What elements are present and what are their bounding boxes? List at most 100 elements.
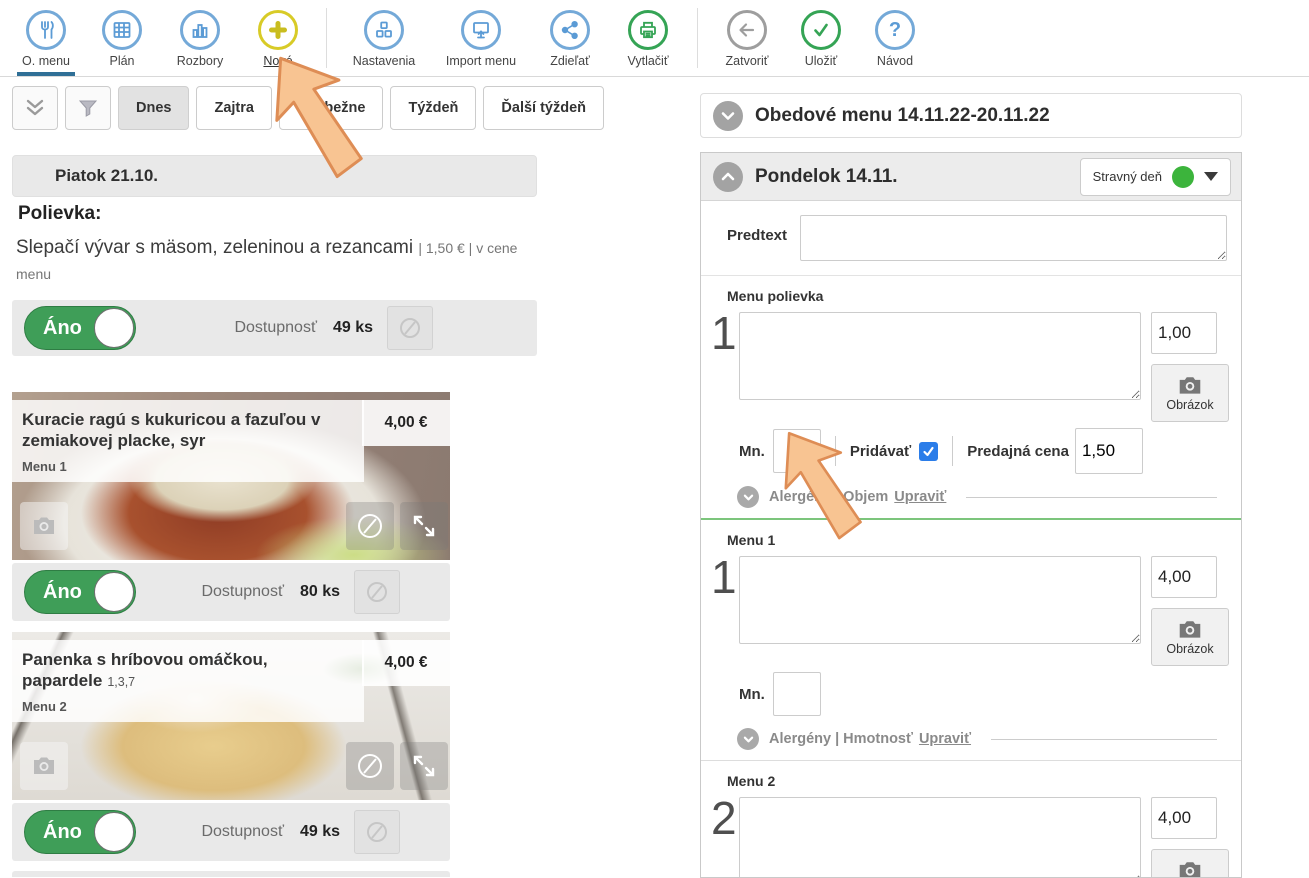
- soup-availability-bar: Áno Dostupnosť 49 ks: [12, 300, 537, 356]
- toolbar-item-o-menu[interactable]: O. menu: [8, 8, 84, 68]
- card-toggle[interactable]: Áno: [24, 570, 136, 614]
- card-availability-bar: Áno Dostupnosť 49 ks: [12, 803, 450, 861]
- obrazok-label: Obrázok: [1166, 398, 1213, 412]
- toolbar-item-navod[interactable]: ? Návod: [856, 8, 934, 68]
- bar-chart-icon: [180, 10, 220, 50]
- change-photo-button[interactable]: [20, 742, 68, 790]
- allergens-edit-link[interactable]: Upraviť: [894, 489, 946, 505]
- day-editor-panel: Pondelok 14.11. Stravný deň Predtext Men…: [700, 152, 1242, 878]
- cost-price-input[interactable]: [1151, 556, 1217, 598]
- toolbar-item-zatvorit[interactable]: Zatvoriť: [708, 8, 786, 68]
- card-toggle[interactable]: Áno: [24, 810, 136, 854]
- day-header-bar[interactable]: Piatok 21.10.: [12, 155, 537, 197]
- tab-priebezne[interactable]: Priebežne: [279, 86, 384, 130]
- circle-slash-icon: [354, 750, 386, 782]
- camera-icon: [30, 752, 58, 780]
- availability-edit-button[interactable]: [354, 570, 400, 614]
- menu-2-textarea[interactable]: [739, 797, 1141, 878]
- day-type-dropdown[interactable]: Stravný deň: [1080, 158, 1231, 196]
- food-name: Kuracie ragú s kukuricou a fazuľou v zem…: [22, 410, 320, 450]
- obrazok-button[interactable]: Obrázok: [1151, 849, 1229, 878]
- toolbar-item-label: Zatvoriť: [726, 54, 769, 68]
- quantity-row: Mn. Pridávať Predajná cena: [739, 428, 1231, 474]
- expand-photo-button[interactable]: [400, 502, 448, 550]
- toolbar-item-nove[interactable]: Nové: [240, 8, 316, 68]
- expand-icon: [411, 513, 437, 539]
- availability-label: Dostupnosť: [234, 319, 317, 337]
- availability-edit-button[interactable]: [387, 306, 433, 350]
- food-card: Panenka s hríbovou omáčkou, papardele1,3…: [12, 632, 450, 861]
- disable-item-button[interactable]: [346, 742, 394, 790]
- soup-toggle[interactable]: Áno: [24, 306, 136, 350]
- tab-label: Dnes: [136, 100, 171, 116]
- chevron-down-circle-icon[interactable]: [737, 728, 759, 750]
- camera-icon: [1178, 859, 1202, 878]
- next-card-edge: [12, 871, 450, 877]
- allergens-edit-link[interactable]: Upraviť: [919, 731, 971, 747]
- calendar-grid-icon: [102, 10, 142, 50]
- mn-input[interactable]: [773, 429, 821, 473]
- toolbar-item-ulozit[interactable]: Uložiť: [786, 8, 856, 68]
- availability-value: 49 ks: [333, 319, 373, 337]
- toolbar: O. menu Plán Rozbory Nové Nastavenia Imp…: [0, 0, 1309, 77]
- toolbar-item-label: Uložiť: [805, 54, 837, 68]
- divider-line: [991, 739, 1217, 740]
- day-status-dot: [1172, 166, 1194, 188]
- disable-item-button[interactable]: [346, 502, 394, 550]
- chevron-down-circle-icon[interactable]: [713, 101, 743, 131]
- food-photo: Panenka s hríbovou omáčkou, papardele1,3…: [12, 632, 450, 800]
- pridavat-checkbox[interactable]: [919, 442, 938, 461]
- week-menu-title: Obedové menu 14.11.22-20.11.22: [755, 105, 1050, 127]
- sale-price-label: Predajná cena: [967, 443, 1069, 460]
- food-name: Panenka s hríbovou omáčkou, papardele: [22, 650, 268, 690]
- printer-icon: [628, 10, 668, 50]
- toolbar-item-plan[interactable]: Plán: [84, 8, 160, 68]
- allergens-row: Alergény | Hmotnosť Upraviť: [737, 728, 1231, 750]
- mn-input[interactable]: [773, 672, 821, 716]
- cost-price-input[interactable]: [1151, 312, 1217, 354]
- toolbar-item-import-menu[interactable]: Import menu: [431, 8, 531, 68]
- allergens-row: Alergény | Objem Upraviť: [737, 486, 1231, 508]
- tab-label: Zajtra: [214, 100, 254, 116]
- chevron-down-circle-icon[interactable]: [737, 486, 759, 508]
- double-chevron-down-icon: [23, 96, 47, 120]
- predtext-textarea[interactable]: [800, 215, 1227, 261]
- tab-dalsi-tyzden[interactable]: Ďalší týždeň: [483, 86, 604, 130]
- change-photo-button[interactable]: [20, 502, 68, 550]
- soup-heading: Polievka:: [18, 203, 101, 225]
- section-number: 2: [711, 797, 739, 841]
- toolbar-item-label: Nové: [263, 54, 292, 68]
- quantity-row: Mn.: [739, 672, 1231, 716]
- cost-price-input[interactable]: [1151, 797, 1217, 839]
- blocks-icon: [364, 10, 404, 50]
- obrazok-button[interactable]: Obrázok: [1151, 608, 1229, 666]
- obrazok-button[interactable]: Obrázok: [1151, 364, 1229, 422]
- share-icon: [550, 10, 590, 50]
- toolbar-item-nastavenia[interactable]: Nastavenia: [337, 8, 431, 68]
- toolbar-item-label: Návod: [877, 54, 913, 68]
- toolbar-divider: [697, 8, 698, 68]
- toggle-label: Áno: [43, 317, 82, 340]
- expand-photo-button[interactable]: [400, 742, 448, 790]
- funnel-icon: [77, 97, 99, 119]
- tab-dnes[interactable]: Dnes: [118, 86, 189, 130]
- availability-edit-button[interactable]: [354, 810, 400, 854]
- menu-polievka-textarea[interactable]: [739, 312, 1141, 400]
- caret-down-icon: [1204, 172, 1218, 181]
- toolbar-item-rozbory[interactable]: Rozbory: [160, 8, 240, 68]
- week-menu-bar[interactable]: Obedové menu 14.11.22-20.11.22: [700, 93, 1242, 138]
- circle-slash-icon: [354, 510, 386, 542]
- toolbar-item-label: Rozbory: [177, 54, 224, 68]
- monitor-upload-icon: [461, 10, 501, 50]
- chevron-up-circle-icon[interactable]: [713, 162, 743, 192]
- filter-button[interactable]: [65, 86, 111, 130]
- toolbar-item-vytlacit[interactable]: Vytlačiť: [609, 8, 687, 68]
- camera-icon: [1178, 618, 1202, 640]
- menu-1-textarea[interactable]: [739, 556, 1141, 644]
- tab-tyzden[interactable]: Týždeň: [390, 86, 476, 130]
- toolbar-item-zdielat[interactable]: Zdieľať: [531, 8, 609, 68]
- tab-zajtra[interactable]: Zajtra: [196, 86, 272, 130]
- sale-price-input[interactable]: [1075, 428, 1143, 474]
- plus-icon: [258, 10, 298, 50]
- collapse-all-button[interactable]: [12, 86, 58, 130]
